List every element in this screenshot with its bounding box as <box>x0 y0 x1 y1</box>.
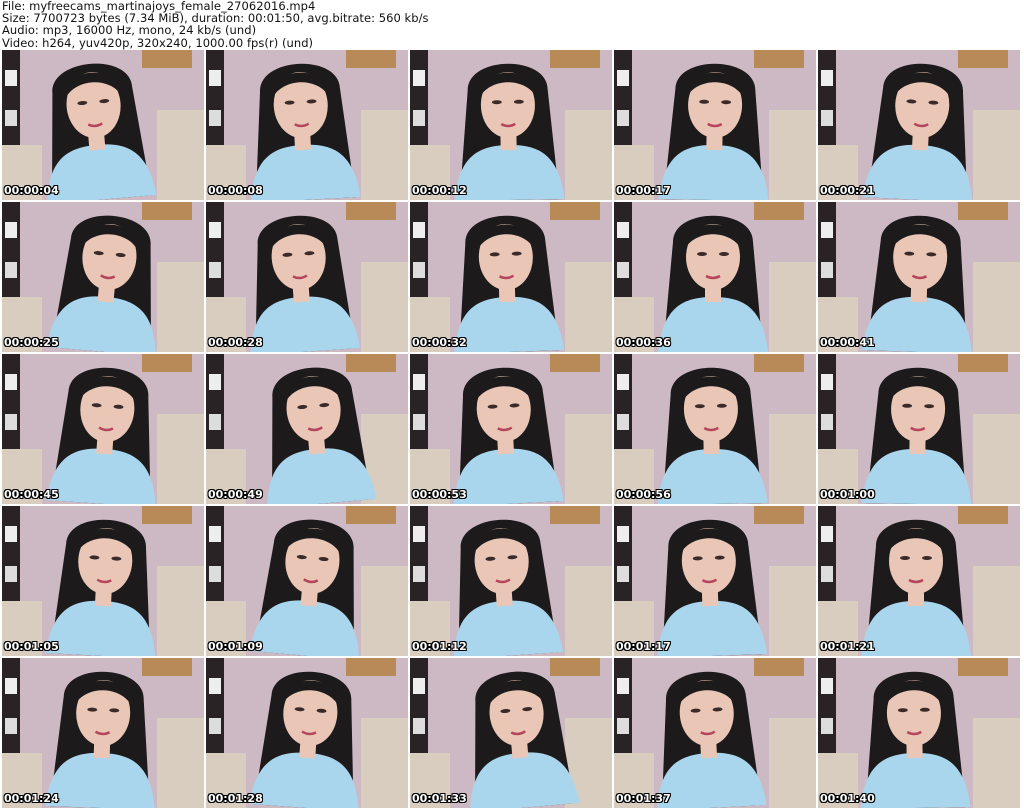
video-frame-image <box>206 202 408 352</box>
video-frame-image <box>410 202 612 352</box>
thumbnail-timestamp: 00:00:36 <box>616 336 671 349</box>
video-frame-image <box>818 658 1020 808</box>
thumbnail-timestamp: 00:01:09 <box>208 640 263 653</box>
file-info-header: File: myfreecams_martinajoys_female_2706… <box>2 0 1022 49</box>
video-frame-image <box>206 50 408 200</box>
thumbnail-grid: 00:00:04 00:00:08 00:00:12 00:00:17 00:00:21… <box>0 50 1024 810</box>
video-thumbnail: 00:01:24 <box>2 658 204 808</box>
video-thumbnail: 00:00:36 <box>614 202 816 352</box>
video-info-line: Video: h264, yuv420p, 320x240, 1000.00 f… <box>2 35 314 50</box>
thumbnail-timestamp: 00:00:49 <box>208 488 263 501</box>
thumbnail-timestamp: 00:00:04 <box>4 184 59 197</box>
video-thumbnail: 00:00:28 <box>206 202 408 352</box>
thumbnail-timestamp: 00:01:33 <box>412 792 467 805</box>
video-thumbnail: 00:01:05 <box>2 506 204 656</box>
thumbnail-timestamp: 00:01:37 <box>616 792 671 805</box>
video-thumbnail: 00:01:21 <box>818 506 1020 656</box>
video-thumbnail: 00:01:33 <box>410 658 612 808</box>
thumbnail-timestamp: 00:00:21 <box>820 184 875 197</box>
video-frame-image <box>206 506 408 656</box>
thumbnail-timestamp: 00:01:00 <box>820 488 875 501</box>
video-thumbnail: 00:01:00 <box>818 354 1020 504</box>
video-frame-image <box>206 658 408 808</box>
thumbnail-timestamp: 00:01:40 <box>820 792 875 805</box>
thumbnail-timestamp: 00:00:08 <box>208 184 263 197</box>
video-frame-image <box>614 658 816 808</box>
video-thumbnail: 00:00:53 <box>410 354 612 504</box>
thumbnail-timestamp: 00:00:17 <box>616 184 671 197</box>
video-thumbnail: 00:00:41 <box>818 202 1020 352</box>
thumbnail-timestamp: 00:00:56 <box>616 488 671 501</box>
thumbnail-timestamp: 00:01:12 <box>412 640 467 653</box>
thumbnail-timestamp: 00:00:25 <box>4 336 59 349</box>
video-frame-image <box>206 354 408 504</box>
video-frame-image <box>2 506 204 656</box>
video-frame-image <box>410 658 612 808</box>
video-thumbnail: 00:00:56 <box>614 354 816 504</box>
audio-info-line: Audio: mp3, 16000 Hz, mono, 24 kb/s (und… <box>2 23 257 38</box>
video-thumbnail: 00:00:45 <box>2 354 204 504</box>
video-thumbnail: 00:00:32 <box>410 202 612 352</box>
video-frame-image <box>2 354 204 504</box>
video-thumbnail: 00:00:08 <box>206 50 408 200</box>
video-frame-image <box>818 50 1020 200</box>
video-thumbnail: 00:00:04 <box>2 50 204 200</box>
thumbnail-timestamp: 00:00:41 <box>820 336 875 349</box>
thumbnail-timestamp: 00:01:28 <box>208 792 263 805</box>
video-thumbnail: 00:00:25 <box>2 202 204 352</box>
video-frame-image <box>2 50 204 200</box>
video-frame-image <box>614 506 816 656</box>
video-thumbnail: 00:00:12 <box>410 50 612 200</box>
thumbnail-timestamp: 00:01:17 <box>616 640 671 653</box>
video-thumbnail: 00:00:49 <box>206 354 408 504</box>
video-frame-image <box>818 202 1020 352</box>
video-thumbnail: 00:01:09 <box>206 506 408 656</box>
video-thumbnail: 00:01:12 <box>410 506 612 656</box>
video-frame-image <box>410 354 612 504</box>
thumbnail-timestamp: 00:00:53 <box>412 488 467 501</box>
video-frame-image <box>2 658 204 808</box>
thumbnail-timestamp: 00:01:05 <box>4 640 59 653</box>
video-frame-image <box>614 202 816 352</box>
video-frame-image <box>818 506 1020 656</box>
thumbnail-timestamp: 00:00:45 <box>4 488 59 501</box>
video-thumbnail: 00:01:28 <box>206 658 408 808</box>
video-thumbnail: 00:01:37 <box>614 658 816 808</box>
thumbnail-timestamp: 00:00:28 <box>208 336 263 349</box>
video-thumbnail: 00:00:17 <box>614 50 816 200</box>
thumbnail-timestamp: 00:01:21 <box>820 640 875 653</box>
video-frame-image <box>614 354 816 504</box>
video-thumbnail: 00:01:40 <box>818 658 1020 808</box>
video-thumbnail: 00:00:21 <box>818 50 1020 200</box>
thumbnail-timestamp: 00:01:24 <box>4 792 59 805</box>
video-thumbnail: 00:01:17 <box>614 506 816 656</box>
thumbnail-timestamp: 00:00:12 <box>412 184 467 197</box>
thumbnail-timestamp: 00:00:32 <box>412 336 467 349</box>
video-frame-image <box>818 354 1020 504</box>
video-frame-image <box>614 50 816 200</box>
video-frame-image <box>2 202 204 352</box>
video-frame-image <box>410 506 612 656</box>
video-frame-image <box>410 50 612 200</box>
